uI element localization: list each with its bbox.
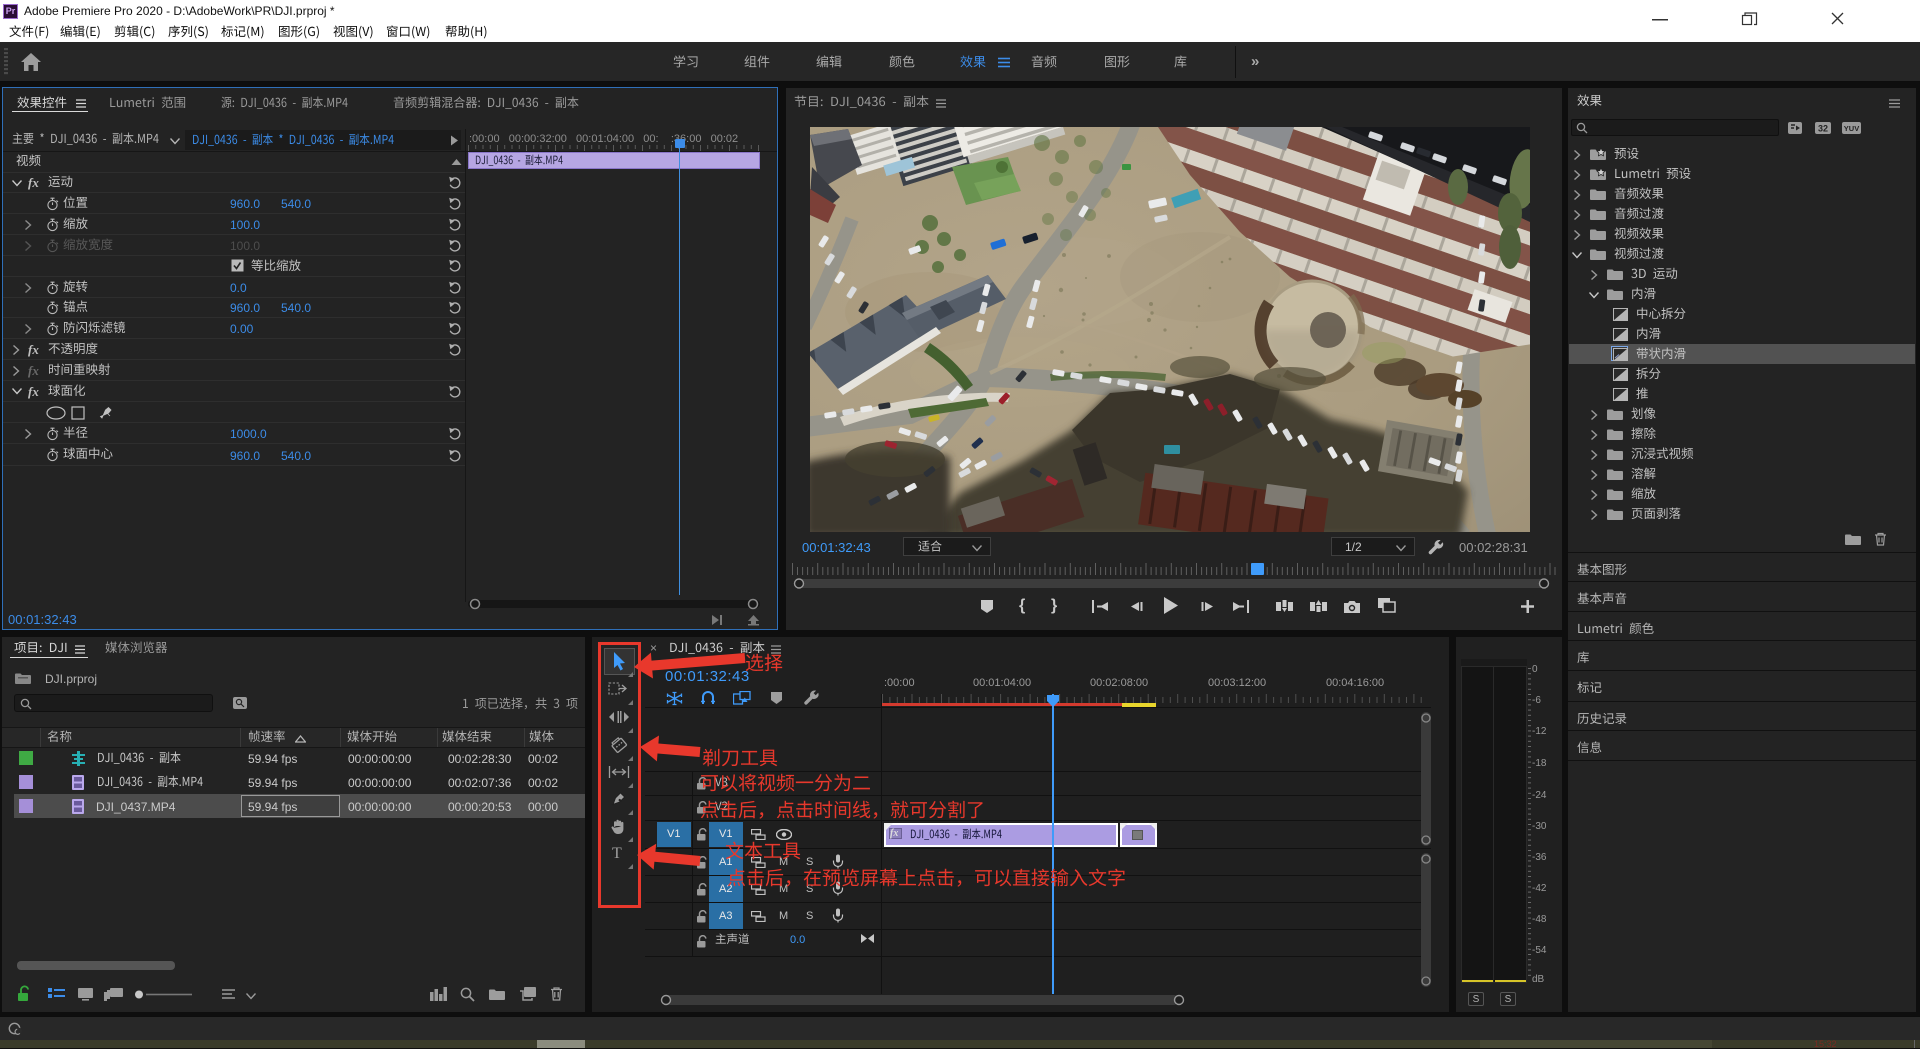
svg-text:32: 32 — [1818, 124, 1828, 134]
svg-text:YUV: YUV — [1844, 124, 1859, 133]
